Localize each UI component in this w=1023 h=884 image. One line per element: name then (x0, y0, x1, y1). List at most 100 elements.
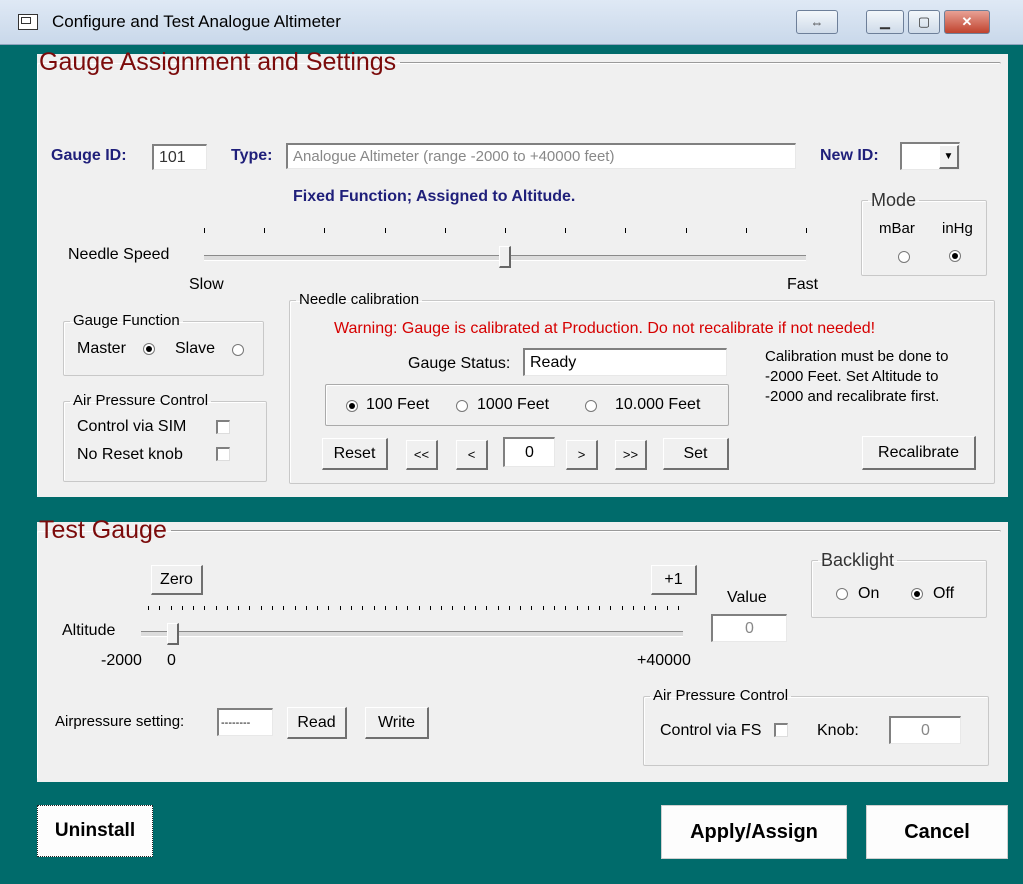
calibration-note-2: -2000 Feet. Set Altitude to (765, 368, 939, 385)
step-100-radio[interactable] (346, 400, 358, 412)
step-forward-button[interactable]: > (566, 440, 598, 470)
altitude-tick (317, 606, 319, 610)
cancel-button[interactable]: Cancel (866, 805, 1008, 859)
apply-assign-button[interactable]: Apply/Assign (661, 805, 847, 859)
altitude-tick (475, 606, 477, 610)
knob-label: Knob: (817, 722, 859, 739)
altitude-tick (531, 606, 533, 610)
fixed-function-text: Fixed Function; Assigned to Altitude. (293, 188, 576, 205)
altitude-tick (396, 606, 398, 610)
altitude-tick (621, 606, 623, 610)
needle-speed-slider[interactable] (499, 246, 511, 268)
altitude-tick (159, 606, 161, 610)
needle-speed-tick (685, 228, 687, 233)
control-via-sim-checkbox[interactable] (216, 420, 230, 434)
write-button[interactable]: Write (365, 707, 429, 739)
needle-speed-tick (806, 228, 807, 233)
gauge-id-field: 101 (152, 144, 207, 170)
altitude-tick (362, 606, 364, 610)
altitude-max-label: +40000 (637, 652, 691, 669)
altitude-tick (328, 606, 330, 610)
step-back-large-button[interactable]: << (406, 440, 438, 470)
slave-label: Slave (175, 340, 216, 357)
set-button[interactable]: Set (663, 438, 729, 470)
reset-button[interactable]: Reset (322, 438, 388, 470)
altitude-tick (148, 606, 149, 610)
master-radio[interactable] (143, 343, 155, 355)
mode-inhg-radio[interactable] (949, 250, 961, 262)
altitude-tick (407, 606, 409, 610)
minimize-button[interactable]: ▁ (866, 10, 904, 34)
control-via-fs-label: Control via FS (660, 722, 762, 739)
needle-speed-tick (745, 228, 747, 233)
control-via-sim-label: Control via SIM (77, 418, 187, 435)
maximize-button[interactable]: ▢ (908, 10, 940, 34)
altitude-slider[interactable] (167, 623, 180, 645)
control-via-fs-checkbox[interactable] (774, 723, 788, 737)
altitude-tick (283, 606, 285, 610)
altitude-tick (350, 606, 352, 610)
needle-speed-tick (565, 228, 567, 233)
altitude-tick (666, 606, 668, 610)
altitude-tick (463, 606, 465, 610)
altitude-tick (441, 606, 443, 610)
test-title: Test Gauge (39, 516, 167, 544)
plus-one-button[interactable]: +1 (651, 565, 697, 595)
altitude-tick (644, 606, 646, 610)
chevron-down-icon[interactable]: ▼ (939, 144, 959, 169)
new-id-select[interactable]: ▼ (900, 142, 960, 170)
settings-panel: Gauge Assignment and Settings Gauge ID: … (37, 50, 1008, 497)
calibration-value-field[interactable]: 0 (503, 437, 555, 467)
altitude-tick (226, 606, 228, 610)
test-air-pressure-label: Air Pressure Control (653, 687, 789, 704)
backlight-on-radio[interactable] (836, 588, 848, 600)
altitude-tick (655, 606, 657, 610)
altitude-tick (429, 606, 431, 610)
altitude-tick (193, 606, 195, 610)
air-pressure-group: Air Pressure Control (63, 393, 267, 482)
altitude-tick (508, 606, 510, 610)
altitude-tick (294, 606, 296, 610)
mode-inhg-label: inHg (942, 220, 973, 237)
mode-label: Mode (871, 190, 917, 210)
altitude-tick (553, 606, 555, 610)
close-button[interactable]: ✕ (944, 10, 990, 34)
altitude-tick (576, 606, 578, 610)
app-icon (18, 14, 38, 30)
step-back-button[interactable]: < (456, 440, 488, 470)
no-reset-knob-checkbox[interactable] (216, 447, 230, 461)
altitude-tick (238, 606, 240, 610)
backlight-on-label: On (858, 585, 880, 602)
needle-speed-tick (505, 228, 506, 233)
restore-button[interactable]: ⇔ (796, 10, 838, 34)
zero-button[interactable]: Zero (151, 565, 203, 595)
read-button[interactable]: Read (287, 707, 347, 739)
step-forward-large-button[interactable]: >> (615, 440, 647, 470)
altitude-tick (215, 606, 217, 610)
no-reset-knob-label: No Reset knob (77, 446, 183, 463)
needle-speed-label: Needle Speed (68, 246, 170, 263)
step-1000-radio[interactable] (456, 400, 468, 412)
mode-mbar-radio[interactable] (898, 251, 910, 263)
altitude-tick (339, 606, 341, 610)
needle-speed-tick (625, 228, 627, 233)
altitude-tick (610, 606, 612, 610)
value-label: Value (727, 589, 767, 606)
altitude-tick (565, 606, 567, 610)
altitude-tick (587, 606, 589, 610)
backlight-group: Backlight (811, 551, 987, 618)
uninstall-button[interactable]: Uninstall (37, 805, 153, 857)
altitude-tick (204, 606, 206, 610)
altitude-tick (599, 606, 601, 610)
needle-speed-tick (444, 228, 446, 233)
backlight-off-radio[interactable] (911, 588, 923, 600)
needle-speed-tick (204, 228, 205, 233)
needle-speed-tick (384, 228, 386, 233)
altitude-tick (181, 606, 183, 610)
mode-mbar-label: mBar (879, 220, 915, 237)
step-10000-radio[interactable] (585, 400, 597, 412)
needle-speed-tick (324, 228, 326, 233)
type-label: Type: (231, 147, 273, 164)
slave-radio[interactable] (232, 344, 244, 356)
recalibrate-button[interactable]: Recalibrate (862, 436, 976, 470)
